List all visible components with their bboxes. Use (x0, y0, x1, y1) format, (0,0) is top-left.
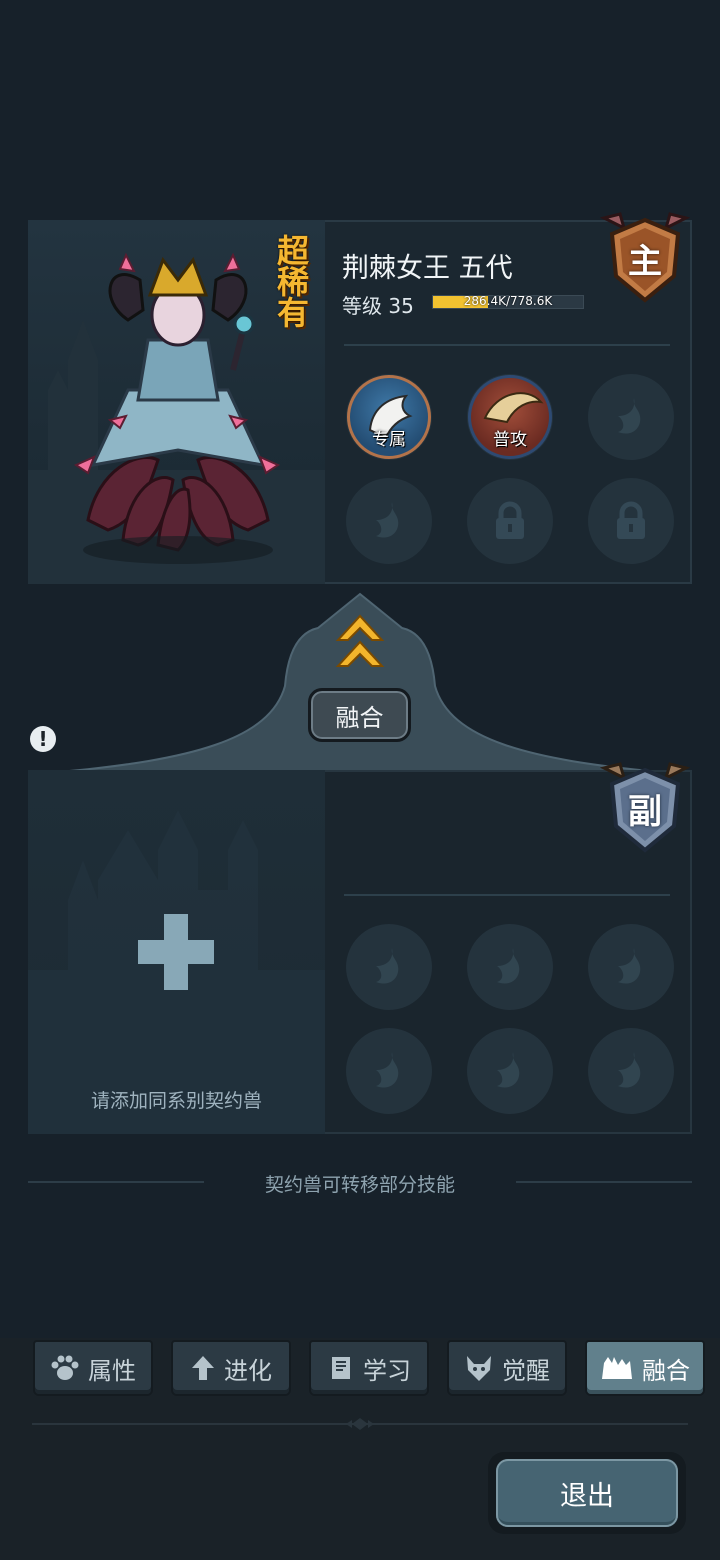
sub-badge: 副 (599, 762, 691, 854)
tab-attributes[interactable]: 属性 (33, 1340, 153, 1396)
chevron-up-icon (335, 614, 385, 667)
skill-slot-empty[interactable] (588, 374, 674, 460)
sub-skill-slot-empty[interactable] (467, 1028, 553, 1114)
tab-evolve-label: 进化 (224, 1356, 272, 1385)
wolf-icon (467, 1356, 491, 1381)
tab-fusion-label: 融合 (642, 1356, 690, 1385)
sub-skill-slot-empty[interactable] (346, 1028, 432, 1114)
sub-skill-slot-empty[interactable] (467, 924, 553, 1010)
flame-icon (618, 398, 641, 434)
xp-progress-text: 286.4K/778.6K (463, 294, 553, 308)
skill-slot-exclusive[interactable]: 专属 (346, 374, 432, 460)
tab-attributes-label: 属性 (88, 1356, 136, 1385)
main-badge: 主 (599, 212, 691, 304)
fuse-button[interactable]: 融合 (308, 688, 411, 742)
sub-skill-slot-empty[interactable] (588, 924, 674, 1010)
skill-slot-locked[interactable] (467, 478, 553, 564)
add-sub-monster-slot[interactable] (28, 770, 325, 1134)
tab-learn-label: 学习 (363, 1356, 411, 1385)
lock-icon (617, 501, 645, 539)
skill-label-basic-attack: 普攻 (493, 430, 527, 450)
add-monster-hint: 请添加同系别契约兽 (90, 1090, 262, 1112)
paw-icon (51, 1355, 79, 1380)
sub-skill-slot-empty[interactable] (588, 1028, 674, 1114)
warning-icon[interactable]: ! (30, 726, 56, 752)
flame-icon (618, 1052, 641, 1088)
ornament-icon (346, 1418, 374, 1430)
flame-icon (376, 502, 399, 538)
sub-badge-label: 副 (628, 792, 662, 832)
monster-level: 等级 35 (342, 294, 414, 318)
beasts-icon (602, 1357, 632, 1379)
flame-icon (497, 1052, 520, 1088)
plus-icon (138, 914, 214, 990)
flame-icon (618, 948, 641, 984)
dragon-wing-icon: 专属 (347, 375, 431, 459)
flame-icon (497, 948, 520, 984)
exit-button[interactable]: 退出 (496, 1459, 678, 1527)
sub-skill-slot-empty[interactable] (346, 924, 432, 1010)
monster-name: 荆棘女王 五代 (342, 253, 513, 284)
skill-slot-empty[interactable] (346, 478, 432, 564)
tab-awaken-label: 觉醒 (502, 1356, 550, 1385)
skill-slot-basic-attack[interactable]: 普攻 (467, 374, 553, 460)
xp-progress-bar: 286.4K/778.6K (432, 294, 584, 309)
info-divider (344, 344, 670, 346)
main-badge-label: 主 (628, 242, 662, 282)
tab-fusion[interactable]: 融合 (585, 1340, 705, 1396)
fusion-note: 契约兽可转移部分技能 (264, 1174, 455, 1196)
tab-learn[interactable]: 学习 (309, 1340, 429, 1396)
flame-icon (376, 948, 399, 984)
tab-awaken[interactable]: 觉醒 (447, 1340, 567, 1396)
sub-info-divider (344, 894, 670, 896)
skill-label-exclusive: 专属 (372, 430, 406, 450)
lock-icon (496, 501, 524, 539)
skill-slot-locked[interactable] (588, 478, 674, 564)
claw-slash-icon: 普攻 (468, 375, 552, 459)
book-icon (332, 1357, 350, 1379)
flame-icon (376, 1052, 399, 1088)
rarity-label: 超稀有 (276, 232, 309, 332)
tab-evolve[interactable]: 进化 (171, 1340, 291, 1396)
up-arrow-icon (192, 1356, 214, 1380)
